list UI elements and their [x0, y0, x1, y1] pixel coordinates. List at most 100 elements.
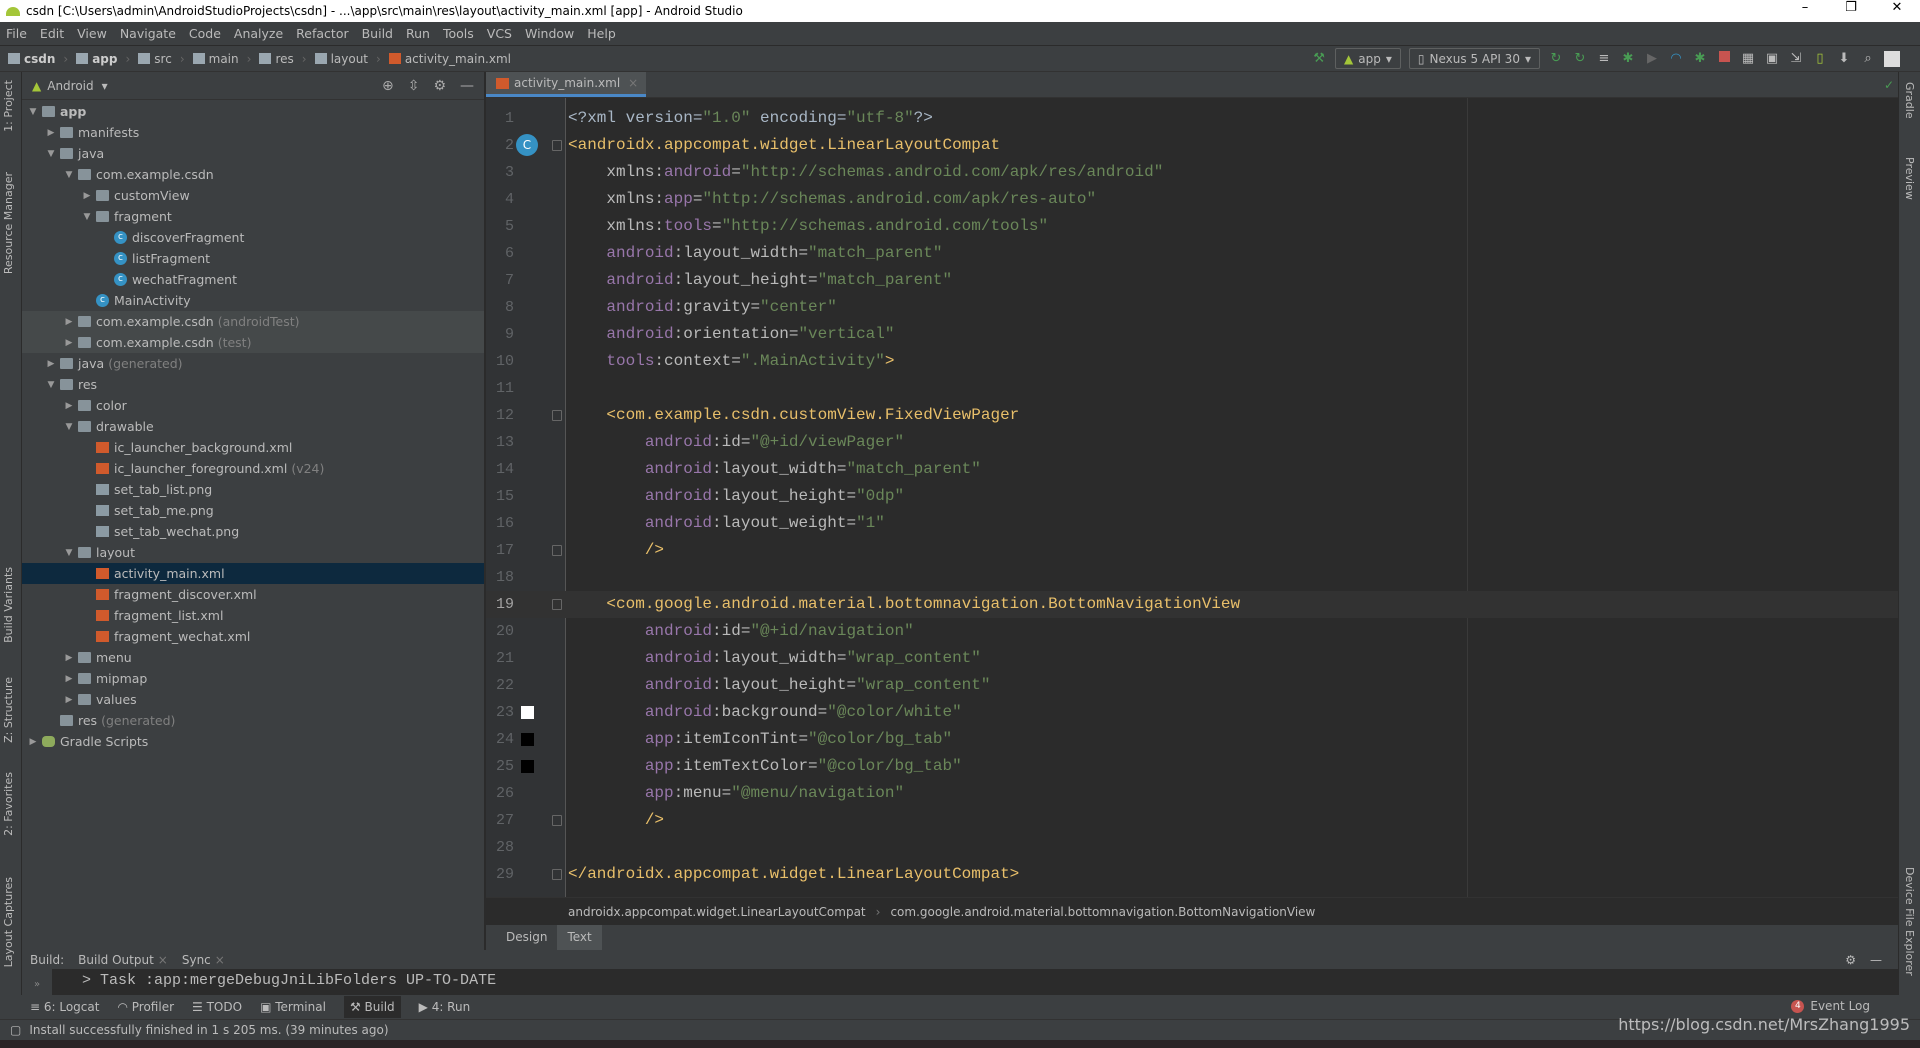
event-log-button[interactable]: 4 Event Log — [1791, 999, 1870, 1013]
tree-item[interactable]: ▶ color — [22, 395, 484, 416]
maximize-button[interactable]: ❐ — [1828, 0, 1874, 15]
fold-marker-icon[interactable] — [552, 410, 562, 421]
breadcrumb-item[interactable]: layout › — [314, 52, 381, 66]
tree-item[interactable]: ▼ drawable — [22, 416, 484, 437]
code-line[interactable]: 18 — [486, 564, 1898, 591]
tab-profiler[interactable]: ◠ Profiler — [117, 1000, 174, 1014]
code-line[interactable]: 28 — [486, 834, 1898, 861]
code-line[interactable]: 27 /> — [486, 807, 1898, 834]
tree-item[interactable]: ▶ com.example.csdn (test) — [22, 332, 484, 353]
locate-file-icon[interactable]: ⊕ — [382, 78, 394, 94]
tree-item[interactable]: ▶ manifests — [22, 122, 484, 143]
color-swatch-icon[interactable] — [521, 760, 534, 773]
chevron-right-icon[interactable]: ▶ — [62, 338, 76, 348]
tree-item[interactable]: ▼ layout — [22, 542, 484, 563]
tab-logcat[interactable]: ≡ 6: Logcat — [30, 1000, 99, 1014]
chevron-down-icon[interactable]: ▾ — [102, 79, 108, 93]
menu-navigate[interactable]: Navigate — [120, 26, 176, 41]
tab-build[interactable]: ⚒ Build — [343, 996, 401, 1018]
menu-window[interactable]: Window — [525, 26, 574, 41]
code-line[interactable]: 5 xmlns:tools="http://schemas.android.co… — [486, 213, 1898, 240]
tree-item[interactable]: ▶ values — [22, 689, 484, 710]
breadcrumb-item[interactable]: res › — [259, 52, 307, 66]
fold-marker-icon[interactable] — [552, 869, 562, 880]
code-line[interactable]: 15 android:layout_height="0dp" — [486, 483, 1898, 510]
code-line[interactable]: 16 android:layout_weight="1" — [486, 510, 1898, 537]
tab-device-file-explorer[interactable]: Device File Explorer — [1903, 867, 1916, 976]
chevron-right-icon[interactable]: ▶ — [44, 359, 58, 369]
tree-item[interactable]: c MainActivity — [22, 290, 484, 311]
device-select[interactable]: ▯ Nexus 5 API 30 ▾ — [1408, 48, 1540, 69]
avd-manager-icon[interactable]: ▯ — [1812, 51, 1828, 67]
project-structure-icon[interactable]: ▦ — [1740, 51, 1756, 67]
code-line[interactable]: 25 app:itemTextColor="@color/bg_tab" — [486, 753, 1898, 780]
breadcrumb-item[interactable]: activity_main.xml — [388, 52, 511, 66]
menu-analyze[interactable]: Analyze — [234, 26, 283, 41]
code-line[interactable]: 6 android:layout_width="match_parent" — [486, 240, 1898, 267]
menu-view[interactable]: View — [77, 26, 107, 41]
hide-panel-icon[interactable]: — — [460, 78, 474, 94]
minimize-button[interactable]: – — [1782, 0, 1828, 15]
chevron-down-icon[interactable]: ▼ — [44, 380, 58, 390]
code-line[interactable]: 22 android:layout_height="wrap_content" — [486, 672, 1898, 699]
project-view-select[interactable]: Android — [47, 79, 93, 93]
apply-code-changes-icon[interactable]: ↻ — [1572, 51, 1588, 67]
code-line[interactable]: 4 xmlns:app="http://schemas.android.com/… — [486, 186, 1898, 213]
editor-tab-activity-main[interactable]: activity_main.xml × — [486, 72, 647, 97]
code-line[interactable]: 3 xmlns:android="http://schemas.android.… — [486, 159, 1898, 186]
code-line[interactable]: 20 android:id="@+id/navigation" — [486, 618, 1898, 645]
chevron-down-icon[interactable]: ▼ — [80, 212, 94, 222]
tree-item[interactable]: fragment_wechat.xml — [22, 626, 484, 647]
code-line[interactable]: 17 /> — [486, 537, 1898, 564]
class-gutter-icon[interactable]: C — [516, 134, 538, 156]
code-line[interactable]: 7 android:layout_height="match_parent" — [486, 267, 1898, 294]
chevron-right-icon[interactable]: ▶ — [80, 191, 94, 201]
code-line[interactable]: 9 android:orientation="vertical" — [486, 321, 1898, 348]
sync-icon[interactable]: ≡ — [1596, 51, 1612, 67]
menu-vcs[interactable]: VCS — [487, 26, 512, 41]
tab-layout-captures[interactable]: Layout Captures — [2, 877, 15, 967]
color-swatch-icon[interactable] — [521, 733, 534, 746]
chevron-down-icon[interactable]: ▼ — [62, 548, 76, 558]
close-button[interactable]: ✕ — [1874, 0, 1920, 15]
chevron-down-icon[interactable]: ▼ — [44, 149, 58, 159]
fold-marker-icon[interactable] — [552, 815, 562, 826]
tab-sync[interactable]: Sync × — [182, 953, 225, 967]
gear-icon[interactable]: ⚙ — [1845, 953, 1856, 967]
chevron-down-icon[interactable]: ▼ — [26, 107, 40, 117]
code-line[interactable]: 10 tools:context=".MainActivity"> — [486, 348, 1898, 375]
code-line[interactable]: 26 app:menu="@menu/navigation" — [486, 780, 1898, 807]
tab-structure[interactable]: Z: Structure — [2, 677, 15, 743]
menu-run[interactable]: Run — [406, 26, 430, 41]
chevron-right-icon[interactable]: ▶ — [62, 674, 76, 684]
debug-bug-icon[interactable]: ✱ — [1620, 51, 1636, 67]
code-line[interactable]: 23 android:background="@color/white" — [486, 699, 1898, 726]
code-line[interactable]: 8 android:gravity="center" — [486, 294, 1898, 321]
close-tab-icon[interactable]: × — [215, 953, 225, 967]
tab-build-output[interactable]: Build Output × — [78, 953, 168, 967]
tree-item[interactable]: ▶ java (generated) — [22, 353, 484, 374]
collapse-all-icon[interactable]: ⇳ — [408, 78, 420, 94]
chevron-down-icon[interactable]: ▼ — [62, 170, 76, 180]
tree-item[interactable]: set_tab_list.png — [22, 479, 484, 500]
code-line[interactable]: 2 C <androidx.appcompat.widget.LinearLayou… — [486, 132, 1898, 159]
tab-text[interactable]: Text — [557, 925, 602, 950]
sdk-manager-icon[interactable]: ⬇ — [1836, 51, 1852, 67]
chevron-right-icon[interactable]: ▶ — [62, 653, 76, 663]
code-line[interactable]: 19 <com.google.android.material.bottomna… — [486, 591, 1898, 618]
breadcrumb-item[interactable]: main › — [192, 52, 251, 66]
chevron-right-icon[interactable]: ▶ — [62, 695, 76, 705]
tree-item[interactable]: c listFragment — [22, 248, 484, 269]
tree-item[interactable]: res (generated) — [22, 710, 484, 731]
hide-panel-icon[interactable]: — — [1870, 953, 1882, 967]
tree-item[interactable]: fragment_discover.xml — [22, 584, 484, 605]
code-line[interactable]: 13 android:id="@+id/viewPager" — [486, 429, 1898, 456]
close-tab-icon[interactable]: × — [158, 953, 168, 967]
chevron-down-icon[interactable]: ▼ — [62, 422, 76, 432]
tree-item[interactable]: set_tab_wechat.png — [22, 521, 484, 542]
tab-design[interactable]: Design — [496, 925, 557, 950]
tree-item[interactable]: ▶ Gradle Scripts — [22, 731, 484, 752]
tree-item[interactable]: ic_launcher_foreground.xml (v24) — [22, 458, 484, 479]
search-icon[interactable]: ⌕ — [1860, 51, 1876, 67]
menu-refactor[interactable]: Refactor — [296, 26, 348, 41]
